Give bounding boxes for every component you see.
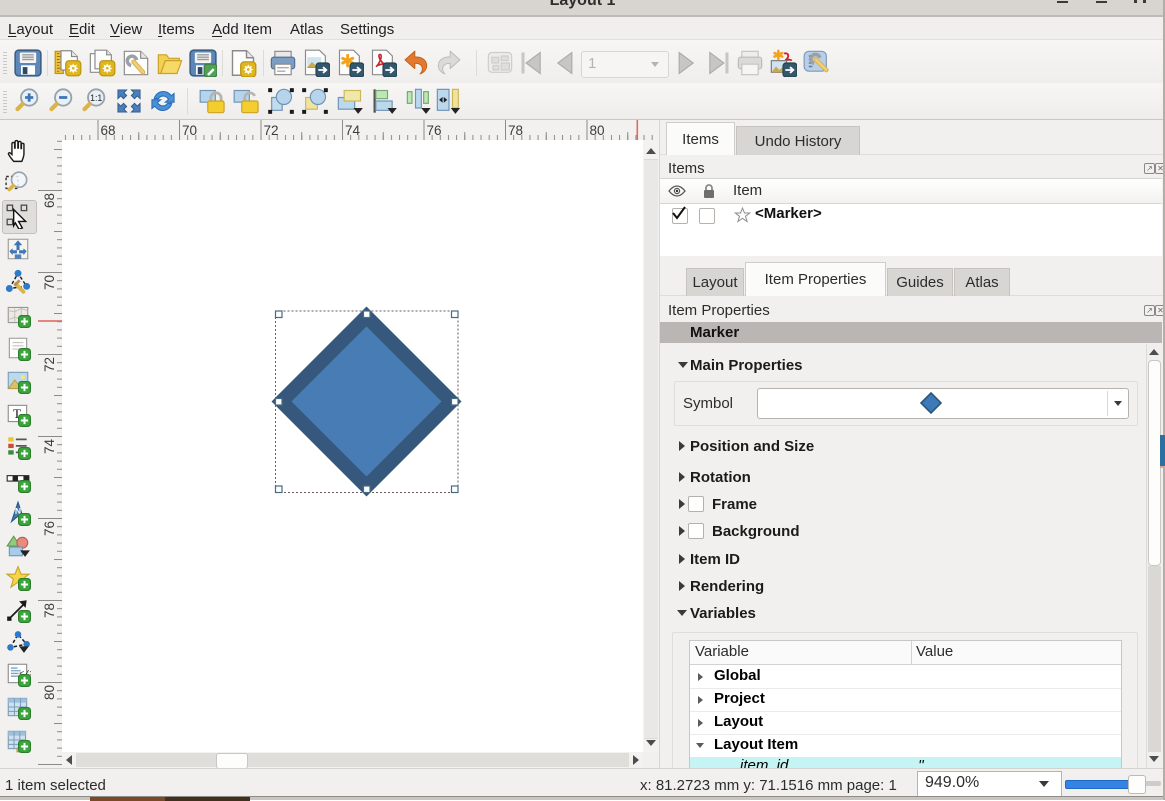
svg-text:74: 74 — [345, 123, 361, 138]
svg-text:76: 76 — [427, 123, 442, 138]
svg-text:74: 74 — [42, 438, 57, 454]
svg-text:78: 78 — [42, 603, 57, 618]
svg-text:68: 68 — [101, 123, 116, 138]
svg-text:80: 80 — [590, 123, 605, 138]
svg-text:70: 70 — [42, 275, 57, 290]
svg-text:80: 80 — [42, 685, 57, 700]
svg-text:68: 68 — [42, 193, 57, 208]
svg-text:78: 78 — [508, 123, 523, 138]
svg-text:70: 70 — [182, 123, 197, 138]
svg-text:72: 72 — [264, 123, 279, 138]
svg-text:72: 72 — [42, 357, 57, 372]
svg-text:76: 76 — [42, 521, 57, 536]
svg-text:1:1: 1:1 — [90, 93, 102, 103]
